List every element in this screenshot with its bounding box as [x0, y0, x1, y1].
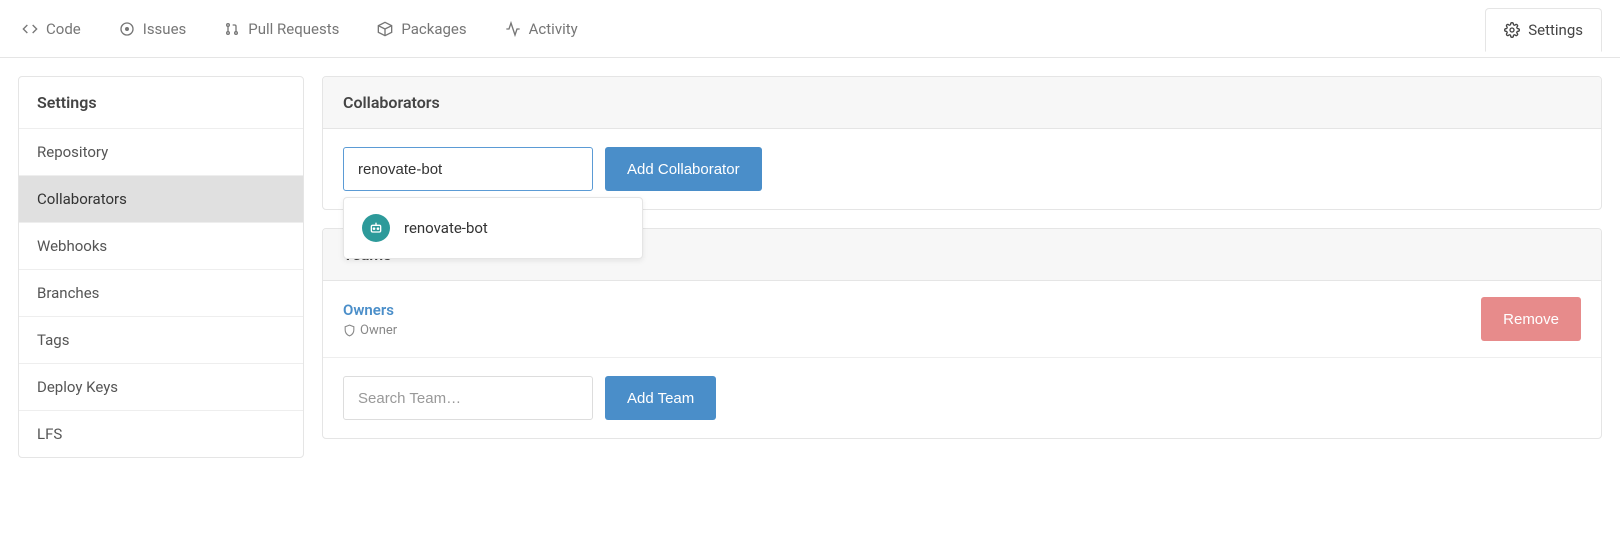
sidebar-item-branches[interactable]: Branches — [19, 270, 303, 317]
avatar — [362, 214, 390, 242]
tab-pull-requests[interactable]: Pull Requests — [220, 14, 343, 44]
settings-icon — [1504, 22, 1520, 38]
team-name-link[interactable]: Owners — [343, 301, 397, 319]
git-pull-request-icon — [224, 21, 240, 37]
tab-label: Pull Requests — [248, 20, 339, 38]
sidebar-item-label: Collaborators — [37, 190, 127, 208]
activity-icon — [505, 21, 521, 37]
teams-panel: Teams Owners Owner Remove Add Team — [322, 228, 1602, 439]
add-collaborator-button[interactable]: Add Collaborator — [605, 147, 762, 191]
sidebar-item-repository[interactable]: Repository — [19, 129, 303, 176]
team-info: Owners Owner — [343, 301, 397, 338]
sidebar-item-tags[interactable]: Tags — [19, 317, 303, 364]
tab-label: Issues — [143, 20, 187, 38]
content-area: Collaborators Add Collaborator renovate-… — [322, 76, 1602, 458]
suggestion-label: renovate-bot — [404, 219, 488, 237]
panel-header-collaborators: Collaborators — [323, 77, 1601, 129]
main-wrap: Settings Repository Collaborators Webhoo… — [0, 58, 1620, 476]
sidebar-item-lfs[interactable]: LFS — [19, 411, 303, 457]
tab-activity[interactable]: Activity — [501, 14, 582, 44]
tab-packages[interactable]: Packages — [373, 14, 470, 44]
tab-label: Code — [46, 20, 81, 38]
remove-team-button[interactable]: Remove — [1481, 297, 1581, 341]
add-team-row: Add Team — [343, 376, 1581, 420]
tab-issues[interactable]: Issues — [115, 14, 191, 44]
team-role-label: Owner — [360, 323, 397, 338]
suggestion-item-renovate-bot[interactable]: renovate-bot — [344, 198, 642, 258]
team-role: Owner — [343, 323, 397, 338]
topbar: Code Issues Pull Requests Packages Activ… — [0, 0, 1620, 58]
settings-sidebar: Settings Repository Collaborators Webhoo… — [18, 76, 304, 458]
sidebar-item-label: LFS — [37, 425, 62, 443]
collaborators-panel: Collaborators Add Collaborator renovate-… — [322, 76, 1602, 210]
sidebar-item-webhooks[interactable]: Webhooks — [19, 223, 303, 270]
tab-label: Settings — [1528, 21, 1583, 39]
tab-settings[interactable]: Settings — [1485, 8, 1602, 52]
bot-icon — [368, 220, 384, 236]
sidebar-item-label: Webhooks — [37, 237, 107, 255]
shield-icon — [343, 324, 356, 337]
team-search-input[interactable] — [343, 376, 593, 420]
add-collaborator-row: Add Collaborator — [343, 147, 1581, 191]
package-icon — [377, 21, 393, 37]
sidebar-item-deploy-keys[interactable]: Deploy Keys — [19, 364, 303, 411]
sidebar-item-label: Deploy Keys — [37, 378, 118, 396]
tab-code[interactable]: Code — [18, 14, 85, 44]
sidebar-title: Settings — [19, 77, 303, 129]
issue-icon — [119, 21, 135, 37]
collaborators-panel-body: Add Collaborator renovate-bot — [323, 129, 1601, 209]
sidebar-item-label: Repository — [37, 143, 108, 161]
sidebar-item-label: Tags — [37, 331, 69, 349]
teams-panel-body: Add Team — [323, 358, 1601, 438]
team-row-owners: Owners Owner Remove — [323, 281, 1601, 358]
code-icon — [22, 21, 38, 37]
topbar-tabs: Code Issues Pull Requests Packages Activ… — [18, 14, 1485, 44]
tab-label: Packages — [401, 20, 466, 38]
collaborator-suggestions-dropdown: renovate-bot — [343, 197, 643, 259]
sidebar-item-label: Branches — [37, 284, 99, 302]
tab-label: Activity — [529, 20, 578, 38]
sidebar-item-collaborators[interactable]: Collaborators — [19, 176, 303, 223]
collaborator-search-input[interactable] — [343, 147, 593, 191]
add-team-button[interactable]: Add Team — [605, 376, 716, 420]
